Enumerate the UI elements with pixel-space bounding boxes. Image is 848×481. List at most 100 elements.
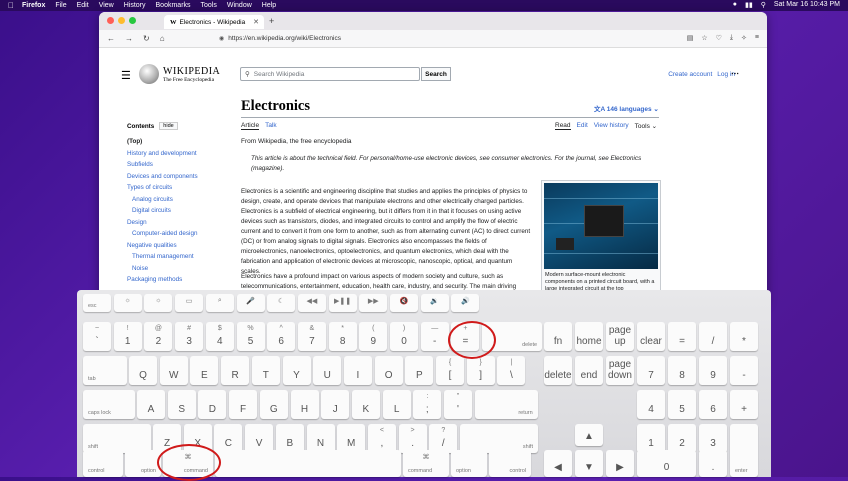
key-numpad-1[interactable]: 1 [637,424,665,453]
key-control-right[interactable]: control [489,450,531,477]
key-numpad-equals[interactable]: = [668,322,696,351]
close-tab-icon[interactable]: ✕ [253,18,259,26]
key-f1[interactable]: ☼ [113,294,142,312]
key-space[interactable] [215,450,401,477]
menu-file[interactable]: File [55,2,66,9]
key-r[interactable]: R [221,356,250,385]
close-window-button[interactable] [107,17,114,24]
forward-icon[interactable]: → [125,34,133,43]
search-button[interactable]: Search [421,67,451,81]
key-0[interactable]: ) 0 [390,322,418,351]
key-f10[interactable]: 🔇 [390,294,418,312]
toc-item[interactable]: Design [127,217,227,229]
key-1[interactable]: ! 1 [113,322,142,351]
key-u[interactable]: U [313,356,342,385]
tab-talk[interactable]: Talk [265,122,277,130]
toc-item[interactable]: History and development [127,148,227,160]
key-n[interactable]: N [306,424,335,453]
key-esc[interactable]: esc [83,294,111,312]
key-numpad-decimal[interactable]: . [699,450,727,477]
key-f9[interactable]: ▶▶ [359,294,388,312]
key-f7[interactable]: ◀◀ [297,294,326,312]
key-j[interactable]: J [321,390,350,419]
create-account-link[interactable]: Create account [668,71,712,78]
tab-read[interactable]: Read [555,122,571,130]
key-5[interactable]: % 5 [236,322,265,351]
key-8[interactable]: * 8 [328,322,357,351]
key-numpad-minus[interactable]: - [730,356,758,385]
key-arrow-left[interactable]: ◀ [544,450,572,477]
new-tab-button[interactable]: + [269,16,274,26]
search-icon[interactable]: ⚲ [761,1,766,9]
key-f5[interactable]: 🎤 [236,294,265,312]
key-4[interactable]: $4 [205,322,234,351]
key-page-up[interactable]: page up [606,322,634,351]
key--[interactable]: — - [420,322,449,351]
key-shift-right[interactable]: shift [460,424,538,453]
key-numpad-5[interactable]: 5 [668,390,696,419]
menu-history[interactable]: History [124,2,146,9]
key-shift-left[interactable]: shift [83,424,151,453]
key-bracket-2[interactable]: | \ [497,356,526,385]
key-w[interactable]: W [159,356,188,385]
key-bracket-0[interactable]: {[ [436,356,464,385]
lock-icon[interactable]: ◉ [219,35,224,42]
key-numpad-9[interactable]: 9 [699,356,727,385]
key-f2[interactable]: ☼ [144,294,173,312]
key-numpad-multiply[interactable]: * [730,322,758,351]
key-a[interactable]: A [137,390,165,419]
toc-item[interactable]: Noise [127,263,227,275]
key-numpad-2[interactable]: 2 [668,424,696,453]
key-punct-1[interactable]: >. [398,424,427,453]
toc-item[interactable]: Subfields [127,159,227,171]
key-h[interactable]: H [290,390,319,419]
key-f[interactable]: F [229,390,258,419]
toc-item[interactable]: Types of circuits [127,182,227,194]
key-arrow-down[interactable]: ▼ [575,450,603,477]
key-m[interactable]: M [337,424,366,453]
pcb-image[interactable] [544,183,658,269]
key-punct-0[interactable]: <, [367,424,396,453]
toc-item[interactable]: Digital circuits [127,205,227,217]
key-bracket-1[interactable]: }] [466,356,495,385]
minimize-window-button[interactable] [118,17,125,24]
key-punct-2[interactable]: ? / [429,424,458,453]
key-numpad-enter[interactable]: enter [730,424,758,477]
reload-icon[interactable]: ↻ [143,34,150,43]
toc-item[interactable]: Packaging methods [127,274,227,286]
key-numpad-6[interactable]: 6 [699,390,727,419]
downloads-icon[interactable]: ⤓ [730,34,733,42]
extensions-icon[interactable]: ✧ [741,34,747,42]
key-f8[interactable]: ▶❚❚ [328,294,357,312]
wikipedia-logo[interactable]: Wikipedia The Free Encyclopedia [139,64,220,84]
key-end[interactable]: end [575,356,603,385]
key-`[interactable]: ~ ` [83,322,111,351]
key-page-down[interactable]: page down [606,356,634,385]
key-l[interactable]: L [382,390,411,419]
key-numpad-divide[interactable]: / [699,322,727,351]
key-numpad-3[interactable]: 3 [699,424,727,453]
toc-item[interactable]: Negative qualities [127,240,227,252]
toc-item[interactable]: Analog circuits [127,194,227,206]
key-arrow-up[interactable]: ▲ [575,424,603,446]
tab-electronics[interactable]: W Electronics - Wikipedia ✕ [164,15,264,29]
key-semi-1[interactable]: " ' [444,390,472,419]
key-c[interactable]: C [214,424,243,453]
key-caps-lock[interactable]: caps lock [83,390,135,419]
key-t[interactable]: T [251,356,280,385]
key-option-left[interactable]: option [125,450,161,477]
bookmark-star-icon[interactable]: ☆ [701,34,707,42]
home-icon[interactable]: ⌂ [160,34,165,43]
toc-item[interactable]: Computer-aided design [127,228,227,240]
toc-item[interactable]: Devices and components [127,171,227,183]
key-2[interactable]: @2 [144,322,173,351]
menu-window[interactable]: Window [227,2,252,9]
key-g[interactable]: G [259,390,288,419]
menu-bookmarks[interactable]: Bookmarks [156,2,191,9]
key-p[interactable]: P [405,356,434,385]
key-numpad-0[interactable]: 0 [637,450,696,477]
key-k[interactable]: K [351,390,380,419]
key-b[interactable]: B [275,424,304,453]
menu-view[interactable]: View [99,2,114,9]
more-options-icon[interactable]: ⋯ [731,69,739,78]
